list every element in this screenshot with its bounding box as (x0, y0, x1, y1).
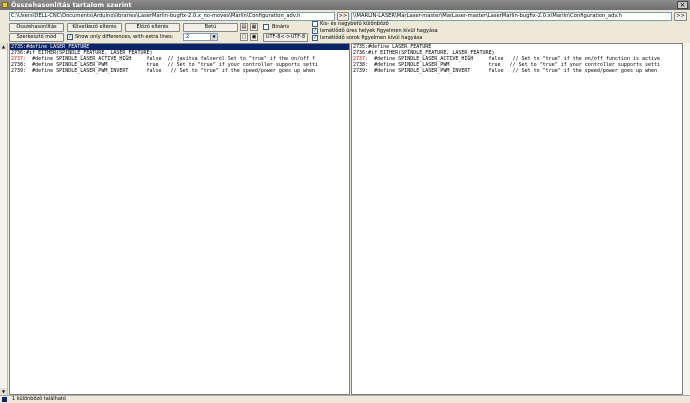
case-checkbox[interactable] (312, 21, 318, 27)
chevron-down-icon: ▼ (210, 34, 217, 40)
edit-mode-button[interactable]: Szerkesztő mód (9, 33, 64, 42)
ignore-repeated-checkbox[interactable]: ✓ (312, 35, 318, 41)
show-only-diff-checkbox[interactable]: ✓ (67, 34, 73, 40)
right-line[interactable]: 2739: #define SPINDLE_LASER_PWM_INVERT f… (352, 68, 682, 74)
title-bar: Összehasonlítás tartalom szerint × (0, 0, 690, 10)
scroll-up-icon[interactable]: ▲ (0, 43, 7, 50)
status-icon (2, 397, 7, 402)
close-button[interactable]: × (677, 1, 688, 9)
next-diff-button[interactable]: Következő eltérés (67, 23, 122, 32)
show-only-diff-label: Show only differences, with extra lines: (75, 34, 174, 40)
ignore-empty-checkbox[interactable]: ✓ (312, 28, 318, 34)
left-path-field[interactable]: C:\Users\DELL-CNC\Documents\Arduino\libr… (9, 12, 335, 21)
ignore-empty-label: Ismétlődő üres helyek figyelmen kívül ha… (320, 28, 438, 34)
line-text: #define SPINDLE_LASER_PWM_INVERT false /… (368, 68, 658, 74)
case-label: Kis- és nagybetű különböző (320, 21, 389, 27)
right-scrollbar[interactable] (683, 43, 690, 395)
app-icon (2, 2, 8, 8)
split-view-icon[interactable]: ▤ (240, 23, 248, 31)
left-browse-button[interactable]: >> (337, 12, 349, 21)
compare-button[interactable]: Összehasonlítás (9, 23, 64, 32)
prev-diff-button[interactable]: Előző eltérés (125, 23, 180, 32)
binary-label: Bináris (272, 24, 290, 30)
status-text: 1 különböző található (12, 396, 66, 402)
right-browse-button[interactable]: >> (674, 12, 687, 21)
line-number: 2739: (11, 68, 27, 74)
line-number: 2739: (353, 68, 369, 74)
encoding-button[interactable]: UTF-8<->UTF-8 (263, 33, 308, 42)
font-button[interactable]: Betű (183, 23, 238, 32)
window-title: Összehasonlítás tartalom szerint (11, 1, 132, 9)
copy-icon[interactable]: ▣ (250, 33, 258, 41)
right-path-field[interactable]: \\MARLIN-LASER\MarLaser-master\MarLaser-… (351, 12, 672, 21)
line-text: #define SPINDLE_LASER_PWM_INVERT false /… (26, 68, 316, 74)
page-icon[interactable]: ▢ (240, 33, 248, 41)
extra-lines-select[interactable]: 2 ▼ (183, 33, 218, 41)
ignore-repeated-label: Ismétlődő sorok figyelmen kívül hagyása (320, 35, 423, 41)
scroll-down-icon[interactable]: ▼ (0, 388, 7, 395)
status-bar: 1 különböző található (0, 395, 690, 403)
left-line[interactable]: 2739: #define SPINDLE_LASER_PWM_INVERT f… (10, 68, 349, 74)
extra-lines-value: 2 (186, 34, 190, 40)
left-compare-pane[interactable]: 2735:#define LASER_FEATURE 2736:#if EITHE… (9, 43, 350, 395)
binary-checkbox[interactable] (263, 24, 269, 30)
right-compare-pane[interactable]: 2735:#define LASER_FEATURE 2736:#if EITHE… (351, 43, 683, 395)
left-scrollbar[interactable]: ▲ ▼ (0, 43, 8, 395)
save-icon[interactable]: ▦ (250, 23, 258, 31)
